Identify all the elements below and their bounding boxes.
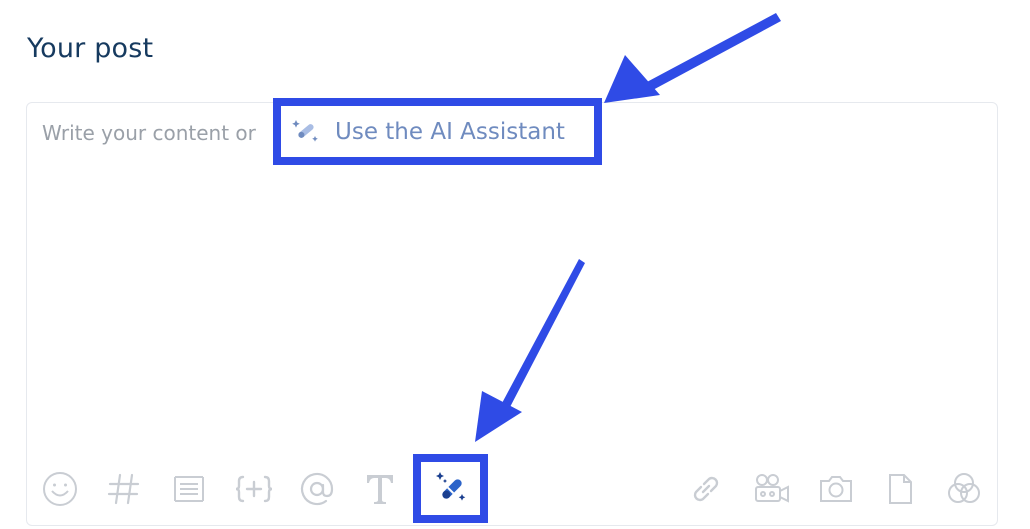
ai-assistant-highlight: Use the AI Assistant	[273, 98, 602, 165]
color-circles-icon[interactable]	[944, 469, 984, 509]
link-icon[interactable]	[686, 469, 726, 509]
ai-assistant-link[interactable]: Use the AI Assistant	[281, 106, 594, 157]
ai-button-highlight	[413, 454, 488, 523]
variable-icon[interactable]	[234, 469, 274, 509]
page-title: Your post	[27, 33, 154, 64]
ai-magic-wand-button[interactable]	[421, 462, 480, 515]
camera-icon[interactable]	[816, 469, 856, 509]
mention-icon[interactable]	[297, 469, 337, 509]
ai-assistant-label: Use the AI Assistant	[335, 118, 565, 145]
post-editor[interactable]	[26, 102, 998, 526]
text-format-icon[interactable]	[360, 469, 400, 509]
video-icon[interactable]	[752, 469, 792, 509]
emoji-icon[interactable]	[40, 469, 80, 509]
magic-wand-icon	[291, 115, 321, 149]
arrow-top	[604, 13, 781, 103]
snippet-icon[interactable]	[169, 469, 209, 509]
hashtag-icon[interactable]	[104, 469, 144, 509]
document-icon[interactable]	[880, 469, 920, 509]
editor-placeholder: Write your content or	[42, 121, 256, 145]
ai-magic-wand-icon	[432, 468, 470, 510]
